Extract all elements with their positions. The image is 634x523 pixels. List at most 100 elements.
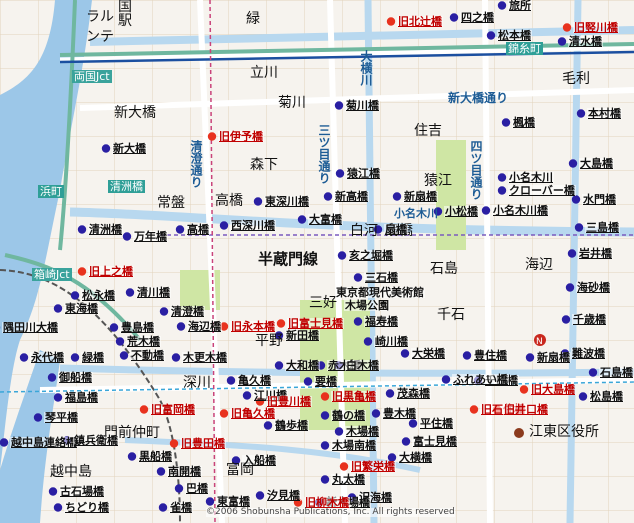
bridge-dot[interactable] bbox=[576, 109, 586, 118]
bridge-label[interactable]: 御船橋 bbox=[58, 372, 93, 383]
bridge-dot[interactable] bbox=[119, 351, 129, 360]
bridge-label[interactable]: 東海橋 bbox=[64, 303, 99, 314]
bridge-label[interactable]: 木場南橋 bbox=[331, 440, 377, 451]
bridge-label[interactable]: 楓橋 bbox=[512, 117, 536, 128]
lost-bridge-dot[interactable] bbox=[519, 385, 529, 394]
bridge-dot[interactable] bbox=[588, 368, 598, 377]
bridge-label[interactable]: 豊島橋 bbox=[120, 322, 155, 333]
bridge-label[interactable]: 新田橋 bbox=[285, 330, 320, 341]
bridge-label[interactable]: 高橋 bbox=[186, 224, 210, 235]
bridge-dot[interactable] bbox=[19, 353, 29, 362]
bridge-dot[interactable] bbox=[501, 118, 511, 127]
bridge-label[interactable]: 鶴歩橋 bbox=[274, 420, 309, 431]
bridge-label[interactable]: 緑橋 bbox=[81, 352, 105, 363]
bridge-label[interactable]: 扇橋 bbox=[384, 224, 408, 235]
bridge-label[interactable]: 小松橋 bbox=[444, 206, 479, 217]
bridge-dot[interactable] bbox=[486, 31, 496, 40]
bridge-dot[interactable] bbox=[127, 452, 137, 461]
bridge-label[interactable]: 水門橋 bbox=[582, 194, 617, 205]
lost-bridge-dot[interactable] bbox=[469, 405, 479, 414]
bridge-dot[interactable] bbox=[334, 427, 344, 436]
bridge-label[interactable]: 石島橋 bbox=[599, 367, 634, 378]
bridge-label[interactable]: 荒木橋 bbox=[126, 336, 161, 347]
bridge-dot[interactable] bbox=[53, 503, 63, 512]
bridge-dot[interactable] bbox=[70, 353, 80, 362]
lost-bridge-label[interactable]: 旧富士見橋 bbox=[287, 318, 344, 329]
bridge-dot[interactable] bbox=[400, 349, 410, 358]
bridge-dot[interactable] bbox=[334, 101, 344, 110]
bridge-label[interactable]: 難波橋 bbox=[571, 348, 606, 359]
bridge-label[interactable]: 清水橋 bbox=[568, 36, 603, 47]
bridge-dot[interactable] bbox=[174, 484, 184, 493]
lost-bridge-dot[interactable] bbox=[276, 319, 286, 328]
bridge-dot[interactable] bbox=[462, 351, 472, 360]
bridge-dot[interactable] bbox=[156, 467, 166, 476]
bridge-label[interactable]: 福島橋 bbox=[64, 392, 99, 403]
bridge-label[interactable]: 崎川橋 bbox=[374, 336, 409, 347]
bridge-dot[interactable] bbox=[242, 391, 252, 400]
bridge-dot[interactable] bbox=[568, 159, 578, 168]
lost-bridge-dot[interactable] bbox=[562, 23, 572, 32]
bridge-dot[interactable] bbox=[0, 438, 9, 447]
lost-bridge-label[interactable]: 旧豊川橋 bbox=[266, 396, 312, 407]
bridge-label[interactable]: 大横橋 bbox=[398, 452, 433, 463]
bridge-label[interactable]: 入船橋 bbox=[242, 455, 277, 466]
bridge-dot[interactable] bbox=[297, 215, 307, 224]
lost-bridge-label[interactable]: 旧永本橋 bbox=[230, 321, 276, 332]
bridge-label[interactable]: 岩井橋 bbox=[578, 248, 613, 259]
bridge-dot[interactable] bbox=[363, 337, 373, 346]
lost-bridge-label[interactable]: 旧大島橋 bbox=[530, 384, 576, 395]
bridge-label[interactable]: 丸太橋 bbox=[331, 474, 366, 485]
bridge-dot[interactable] bbox=[77, 225, 87, 234]
bridge-dot[interactable] bbox=[53, 304, 63, 313]
bridge-label[interactable]: 三石橋 bbox=[364, 272, 399, 283]
bridge-dot[interactable] bbox=[47, 373, 57, 382]
lost-bridge-label[interactable]: 旧黒亀橋 bbox=[331, 391, 377, 402]
bridge-label[interactable]: 小名木川橋 bbox=[492, 205, 549, 216]
bridge-label[interactable]: 茂森橋 bbox=[396, 388, 431, 399]
bridge-label[interactable]: 亀久橋 bbox=[237, 375, 272, 386]
bridge-dot[interactable] bbox=[274, 361, 284, 370]
bridge-label[interactable]: 平住橋 bbox=[419, 418, 454, 429]
bridge-dot[interactable] bbox=[122, 232, 132, 241]
lost-bridge-dot[interactable] bbox=[77, 267, 87, 276]
lost-bridge-dot[interactable] bbox=[169, 439, 179, 448]
bridge-label[interactable]: 松島橋 bbox=[589, 391, 624, 402]
bridge-dot[interactable] bbox=[525, 353, 535, 362]
bridge-label[interactable]: 小名木川 bbox=[508, 172, 554, 183]
map[interactable]: N 国 駅 緑 ラル ンテ 立川 菊川 住吉 毛利 新大橋 森下 常盤 高橋 白… bbox=[0, 0, 634, 523]
bridge-dot[interactable] bbox=[578, 392, 588, 401]
bridge-label[interactable]: 新扇橋 bbox=[403, 191, 438, 202]
bridge-label[interactable]: 清洲橋 bbox=[88, 224, 123, 235]
bridge-label[interactable]: 大栄橋 bbox=[411, 348, 446, 359]
bridge-label[interactable]: 黒船橋 bbox=[138, 451, 173, 462]
bridge-label[interactable]: 旅所 bbox=[508, 0, 532, 11]
bridge-label[interactable]: 木更木橋 bbox=[182, 352, 228, 363]
bridge-dot[interactable] bbox=[70, 291, 80, 300]
bridge-dot[interactable] bbox=[574, 223, 584, 232]
bridge-label[interactable]: 西深川橋 bbox=[230, 220, 276, 231]
bridge-label[interactable]: 清川橋 bbox=[136, 287, 171, 298]
bridge-dot[interactable] bbox=[320, 411, 330, 420]
bridge-label[interactable]: 鎮兵衛橋 bbox=[73, 435, 119, 446]
bridge-dot[interactable] bbox=[158, 503, 168, 512]
bridge-dot[interactable] bbox=[337, 251, 347, 260]
bridge-label[interactable]: 海砂橋 bbox=[576, 282, 611, 293]
lost-bridge-dot[interactable] bbox=[386, 17, 396, 26]
bridge-dot[interactable] bbox=[205, 497, 215, 506]
bridge-dot[interactable] bbox=[449, 13, 459, 22]
bridge-label[interactable]: 鶴の橋 bbox=[331, 410, 366, 421]
bridge-label[interactable]: 三島橋 bbox=[585, 222, 620, 233]
bridge-label[interactable]: 豊住橋 bbox=[473, 350, 508, 361]
bridge-label[interactable]: 大和橋 bbox=[285, 360, 320, 371]
lost-bridge-dot[interactable] bbox=[207, 132, 217, 141]
lost-bridge-label[interactable]: 旧伊予橋 bbox=[218, 131, 264, 142]
bridge-dot[interactable] bbox=[101, 144, 111, 153]
bridge-dot[interactable] bbox=[219, 221, 229, 230]
bridge-dot[interactable] bbox=[497, 1, 507, 10]
bridge-dot[interactable] bbox=[48, 487, 58, 496]
bridge-dot[interactable] bbox=[408, 419, 418, 428]
lost-bridge-dot[interactable] bbox=[320, 392, 330, 401]
bridge-label[interactable]: 要橋 bbox=[314, 376, 338, 387]
bridge-label[interactable]: 南開橋 bbox=[167, 466, 202, 477]
